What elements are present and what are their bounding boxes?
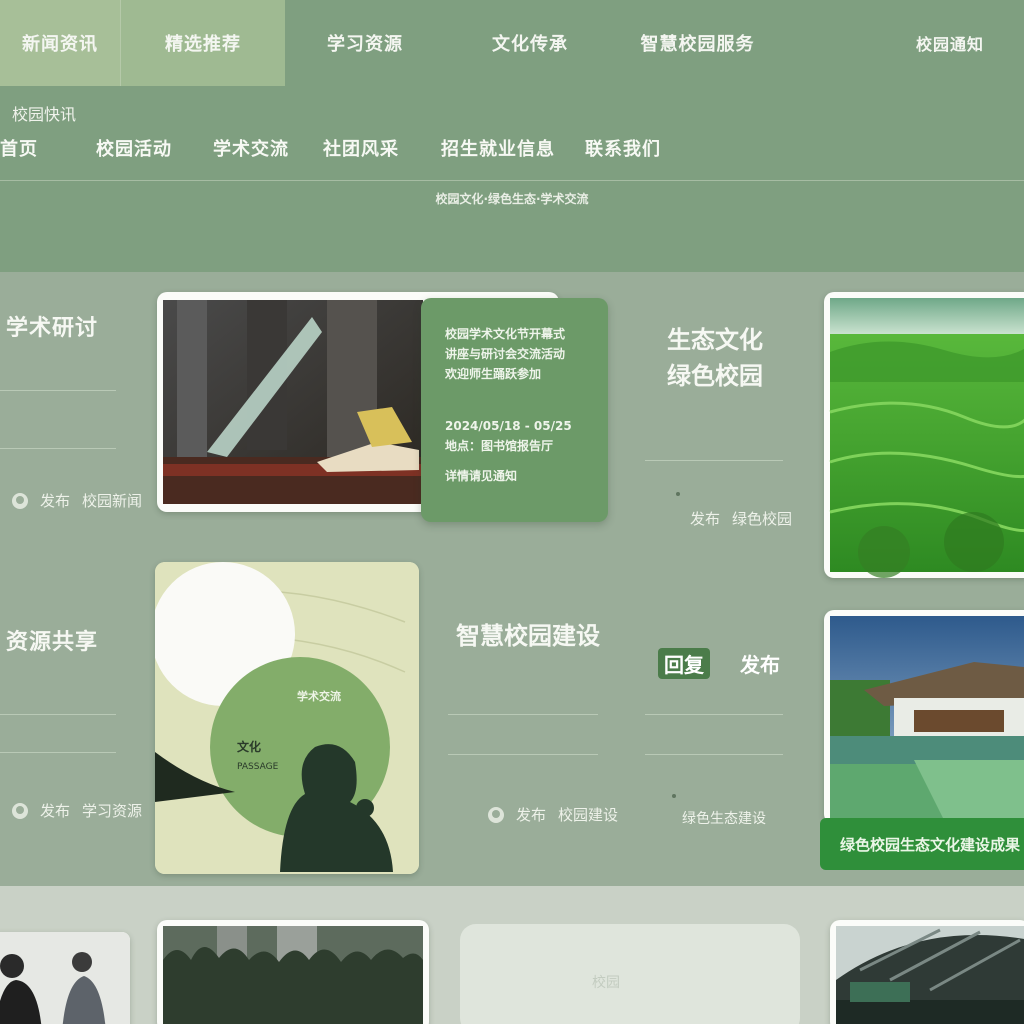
user-icon bbox=[488, 806, 504, 823]
smart-campus-title[interactable]: 智慧校园建设 bbox=[448, 618, 608, 654]
divider bbox=[645, 460, 783, 461]
glass-roof-image bbox=[836, 926, 1024, 1024]
user-icon bbox=[12, 492, 28, 509]
info-more: 详情请见通知 bbox=[445, 469, 518, 483]
tab-smart-campus[interactable]: 智慧校园服务 bbox=[615, 0, 780, 86]
post-meta: 绿色生态建设 bbox=[682, 808, 766, 828]
reply-badge[interactable]: 回复 bbox=[658, 648, 710, 679]
placeholder-card[interactable]: 校园 bbox=[460, 924, 800, 1024]
sub-navigation: 首页 校园活动 学术交流 社团风采 招生就业信息 联系我们 bbox=[0, 130, 1024, 166]
divider bbox=[0, 390, 116, 391]
publish-badge[interactable]: 发布 bbox=[740, 649, 780, 678]
info-location: 地点：图书馆报告厅 bbox=[445, 439, 554, 453]
bullet-dot bbox=[672, 794, 676, 798]
post-meta: 发布 校园建设 bbox=[488, 804, 618, 825]
meta-label: 发布 bbox=[690, 510, 721, 528]
info-date: 2024/05/18 - 05/25 bbox=[445, 419, 572, 433]
header-caption: 校园文化·绿色生态·学术交流 bbox=[435, 192, 589, 206]
featured-banner[interactable]: 绿色校园生态文化建设成果 立 bbox=[820, 818, 1024, 870]
section-title-academic[interactable]: 学术研讨 bbox=[6, 310, 98, 342]
divider bbox=[645, 754, 783, 755]
meta-value[interactable]: 学习资源 bbox=[82, 800, 142, 821]
post-meta: 发布 学习资源 bbox=[12, 800, 142, 821]
post-meta: 发布 绿色校园 bbox=[690, 508, 792, 529]
site-header: 新闻资讯 精选推荐 学习资源 文化传承 智慧校园服务 校园通知 校园快讯 首页 … bbox=[0, 0, 1024, 272]
meta-value[interactable]: 绿色校园 bbox=[732, 508, 792, 529]
tab-notices[interactable]: 校园通知 bbox=[890, 0, 1010, 86]
tab-culture[interactable]: 文化传承 bbox=[455, 0, 605, 86]
poster-subcaption: PASSAGE bbox=[237, 762, 279, 772]
eco-culture-title[interactable]: 生态文化 绿色校园 bbox=[640, 322, 790, 394]
tab-resources[interactable]: 学习资源 bbox=[300, 0, 430, 86]
students-image bbox=[0, 932, 130, 1024]
subnav-item-home[interactable]: 首页 bbox=[0, 130, 38, 166]
header-divider bbox=[0, 180, 1024, 181]
divider bbox=[448, 714, 598, 715]
tab-news[interactable]: 新闻资讯 bbox=[0, 0, 120, 86]
campus-building-photo-card[interactable] bbox=[824, 610, 1024, 824]
meta-value[interactable]: 校园建设 bbox=[558, 804, 618, 825]
culture-poster-card[interactable]: 学术交流 文化 PASSAGE bbox=[155, 562, 419, 874]
meta-value[interactable]: 绿色生态建设 bbox=[682, 808, 766, 828]
divider bbox=[0, 752, 116, 753]
poster-small-text: 学术交流 bbox=[297, 690, 341, 703]
poster-caption: 文化 bbox=[237, 740, 262, 754]
architecture-photo-card[interactable] bbox=[830, 920, 1024, 1024]
action-badges: 回复 发布 bbox=[658, 648, 780, 679]
divider bbox=[645, 714, 783, 715]
subnav-item-careers[interactable]: 招生就业信息 bbox=[441, 130, 555, 166]
meta-label: 发布 bbox=[40, 492, 71, 510]
subnav-item-contact[interactable]: 联系我们 bbox=[585, 130, 661, 166]
subnav-title: 校园快讯 bbox=[12, 105, 77, 124]
user-icon bbox=[12, 802, 28, 819]
meta-value[interactable]: 校园新闻 bbox=[82, 490, 142, 511]
divider bbox=[448, 754, 598, 755]
meta-label: 发布 bbox=[40, 802, 71, 820]
subnav-item-clubs[interactable]: 社团风采 bbox=[323, 130, 399, 166]
green-hills-image bbox=[829, 298, 1024, 578]
tab-featured[interactable]: 精选推荐 bbox=[120, 0, 285, 86]
meta-label: 发布 bbox=[516, 806, 547, 824]
post-meta: 发布 校园新闻 bbox=[12, 490, 142, 511]
divider bbox=[0, 714, 116, 715]
silhouette-poster-image bbox=[155, 562, 419, 874]
subnav-item-academic[interactable]: 学术交流 bbox=[213, 130, 289, 166]
section-title-resources[interactable]: 资源共享 bbox=[6, 624, 98, 656]
tea-field-photo-card[interactable] bbox=[824, 292, 1024, 578]
info-line: 欢迎师生踊跃参加 bbox=[445, 367, 542, 381]
placeholder-mark: 校园 bbox=[592, 975, 620, 991]
students-photo-card[interactable] bbox=[0, 932, 130, 1024]
event-info-panel[interactable]: 校园学术文化节开幕式 讲座与研讨会交流活动 欢迎师生踊跃参加 2024/05/1… bbox=[421, 298, 608, 522]
divider bbox=[0, 448, 116, 449]
modern-building-image bbox=[830, 616, 1024, 820]
info-line: 校园学术文化节开幕式 bbox=[445, 327, 566, 341]
top-navigation: 新闻资讯 精选推荐 学习资源 文化传承 智慧校园服务 校园通知 bbox=[0, 0, 1024, 86]
info-line: 讲座与研讨会交流活动 bbox=[445, 347, 566, 361]
campus-trees-image bbox=[163, 926, 423, 1024]
subnav-item-activities[interactable]: 校园活动 bbox=[96, 130, 172, 166]
campus-trees-photo-card[interactable] bbox=[157, 920, 429, 1024]
bullet-dot bbox=[676, 492, 680, 496]
